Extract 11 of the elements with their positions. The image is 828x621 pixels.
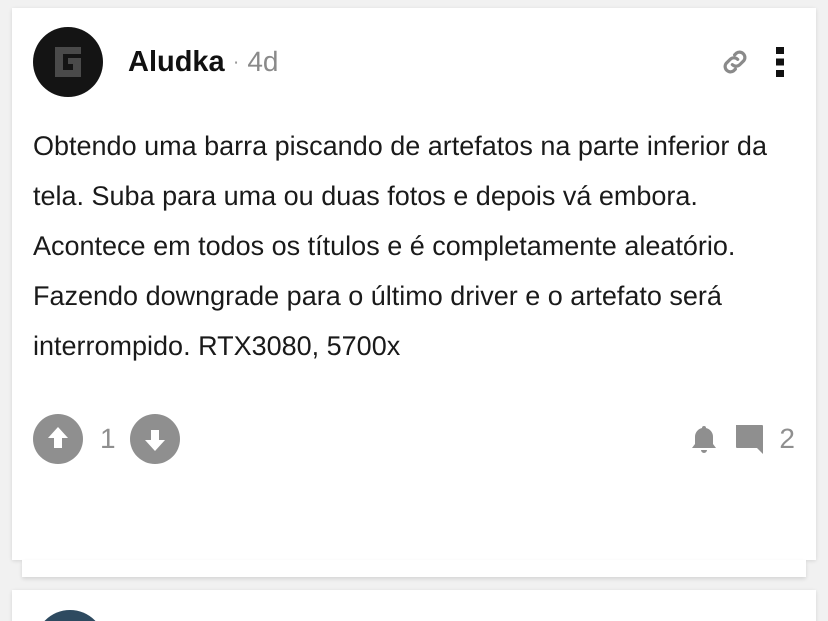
upvote-icon[interactable] xyxy=(33,414,83,464)
post-age: 4d xyxy=(247,46,279,78)
avatar-icon xyxy=(33,27,103,97)
downvote-icon[interactable] xyxy=(130,414,180,464)
author-name[interactable]: Aludka xyxy=(128,46,225,78)
comment-icon[interactable] xyxy=(733,423,766,455)
more-options-icon[interactable] xyxy=(775,46,785,78)
separator-dot: · xyxy=(232,50,240,74)
vote-count: 1 xyxy=(100,423,116,455)
comment-count: 2 xyxy=(779,423,795,455)
post-text: Obtendo uma barra piscando de artefatos na parte inferior da tela. Suba para uma ou duas fotos e depois vá embora. Acontece em todos os títulos e é completamente aleatório. Fazendo downgrade para o último driver e o artefato será interrompido. RTX3080, 5700x xyxy=(33,130,768,363)
